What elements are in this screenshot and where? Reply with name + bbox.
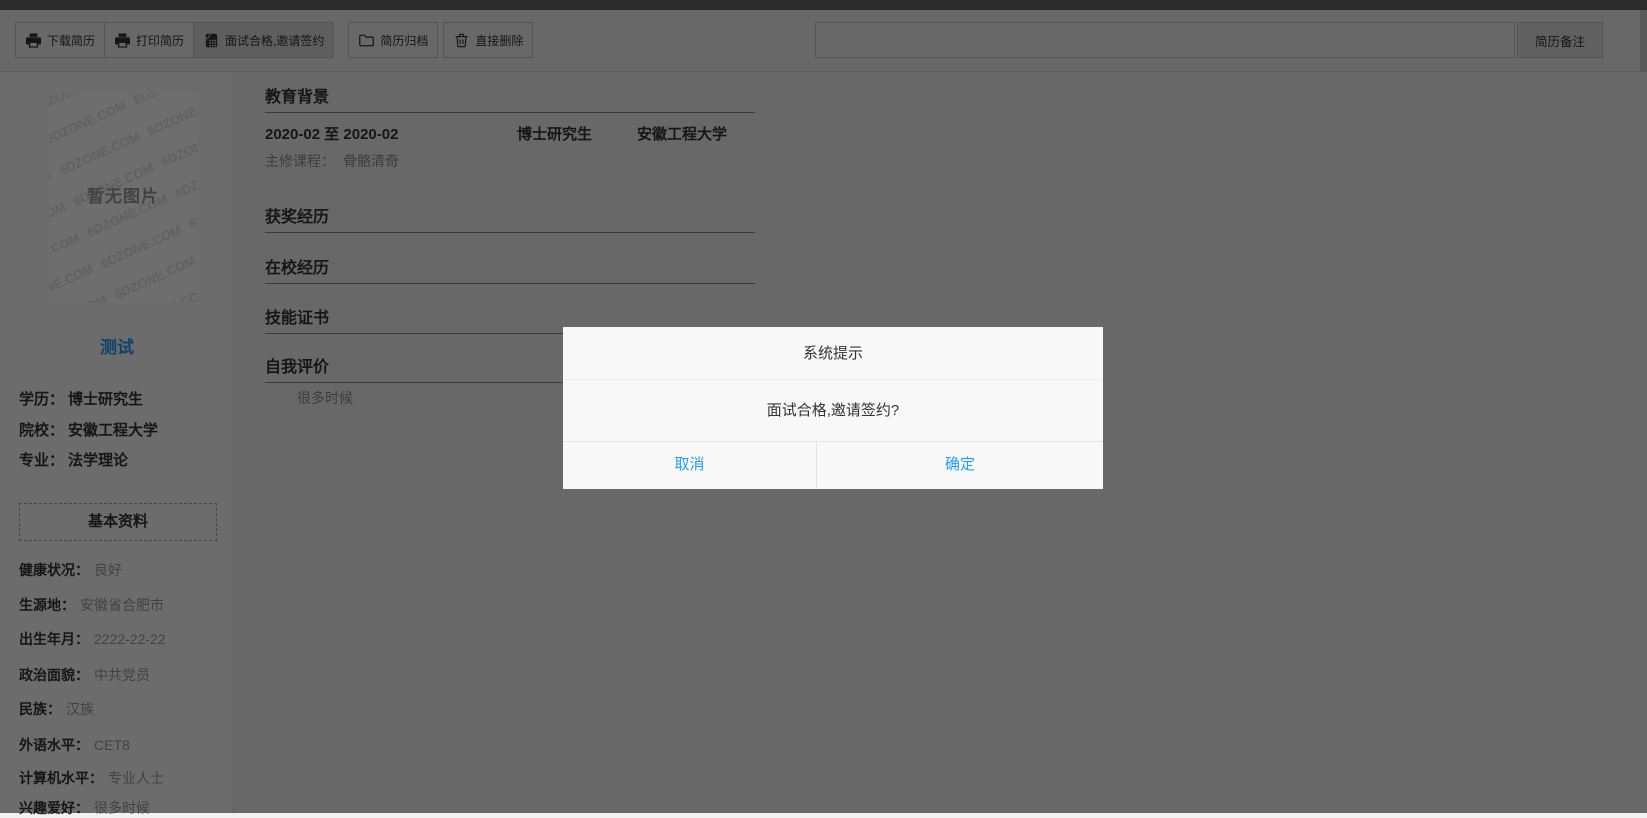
dialog-title: 系统提示 (563, 327, 1103, 380)
confirm-button[interactable]: 确定 (817, 442, 1103, 488)
system-dialog: 系统提示 面试合格,邀请签约? 取消 确定 (563, 327, 1103, 489)
resume-detail-page: 下载简历 打印简历 面试合格,邀请签约 简历归档 (0, 0, 1647, 813)
dialog-footer: 取消 确定 (563, 442, 1103, 488)
cancel-button[interactable]: 取消 (563, 442, 816, 488)
dialog-message: 面试合格,邀请签约? (563, 380, 1103, 442)
